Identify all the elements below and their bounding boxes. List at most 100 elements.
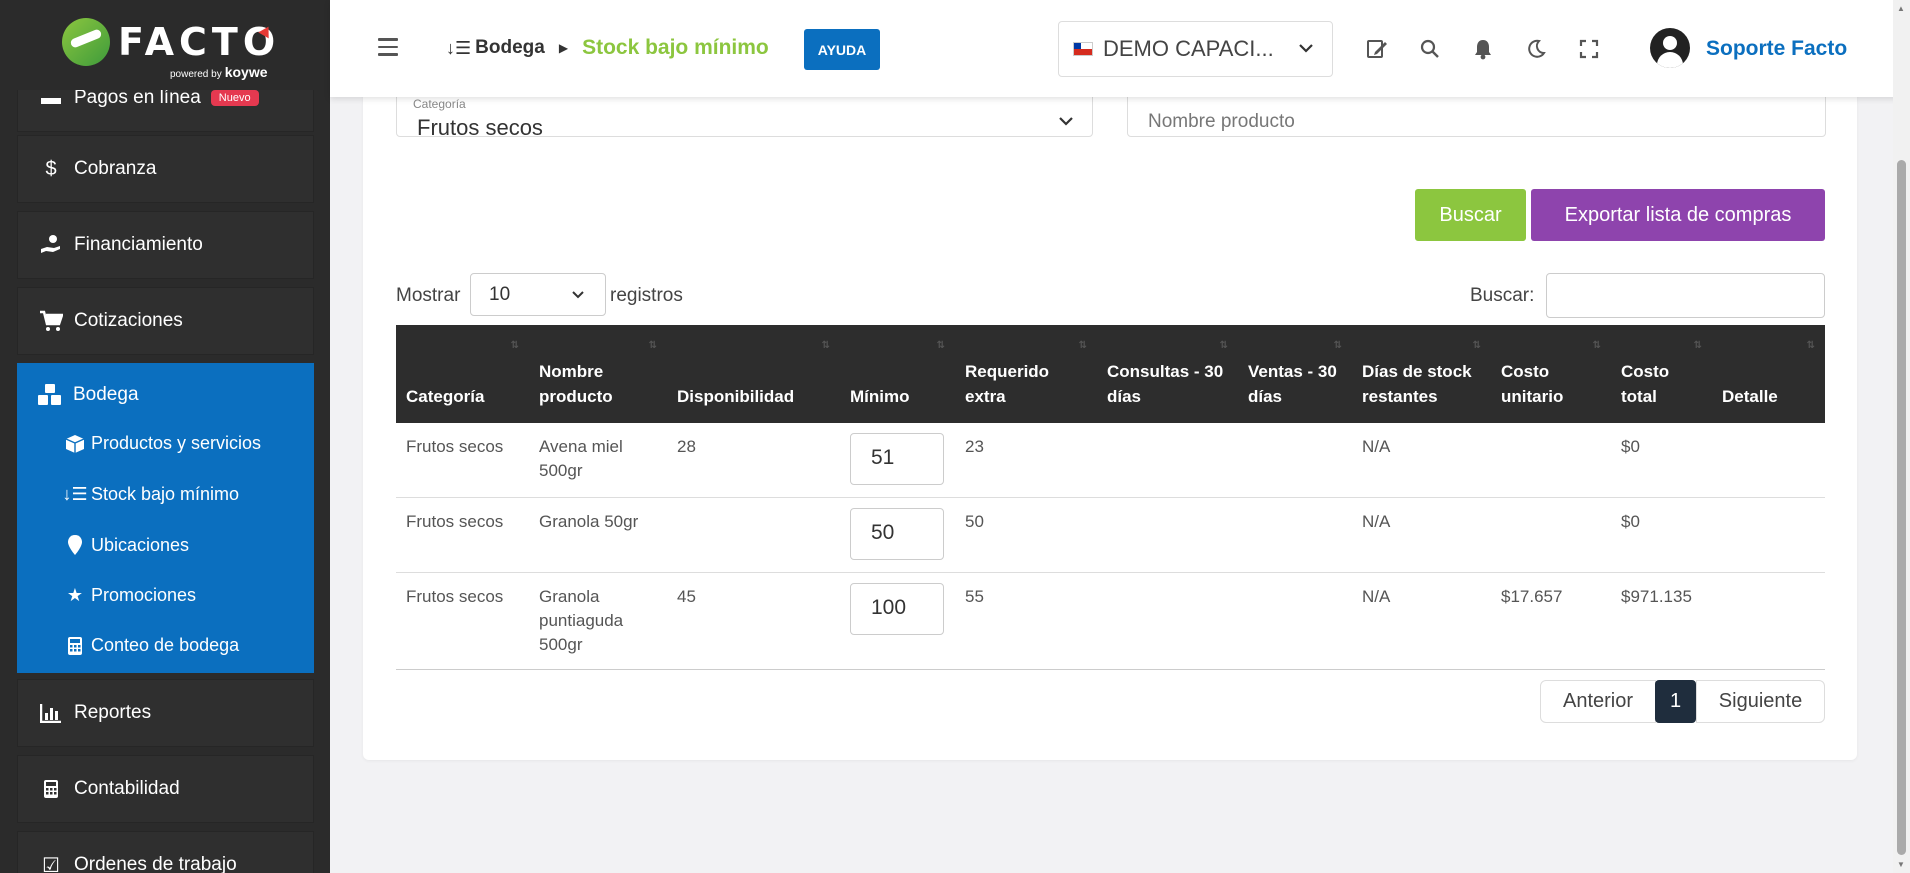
- minimum-input[interactable]: 51: [850, 433, 944, 485]
- col-header-label: Detalle: [1722, 387, 1778, 406]
- sidebar-item-label: Cobranza: [74, 158, 157, 179]
- page-title: Stock bajo mínimo: [582, 36, 769, 59]
- new-badge: Nuevo: [210, 90, 259, 106]
- col-header-label: Días de stock restantes: [1362, 362, 1472, 406]
- cell-disponibilidad: 45: [667, 572, 840, 670]
- col-header-categoria[interactable]: Categoría ⇅: [396, 325, 529, 423]
- sidebar-subitem-stock-bajo-minimo[interactable]: ↓☰ Stock bajo mínimo: [62, 484, 240, 505]
- col-header-detalle[interactable]: Detalle ⇅: [1712, 325, 1825, 423]
- table-search-input[interactable]: [1546, 273, 1825, 318]
- logo-sub: powered by koywe: [170, 64, 268, 80]
- cell-requerido: 23: [955, 423, 1097, 498]
- col-header-costo-unitario[interactable]: Costo unitario ⇅: [1491, 325, 1611, 423]
- sidebar-subitem-ubicaciones[interactable]: Ubicaciones: [63, 534, 189, 556]
- minimum-input[interactable]: 50: [850, 507, 944, 560]
- cell-ventas: [1238, 423, 1352, 498]
- category-label: Categoría: [413, 97, 466, 111]
- cell-ventas: [1238, 572, 1352, 670]
- sidebar-subitem-label: Conteo de bodega: [91, 635, 240, 655]
- col-header-requerido[interactable]: Requerido extra ⇅: [955, 325, 1097, 423]
- chart-icon: [36, 703, 66, 723]
- cell-detalle[interactable]: [1712, 497, 1825, 573]
- search-icon[interactable]: [1417, 36, 1443, 62]
- fullscreen-icon[interactable]: [1576, 36, 1602, 62]
- sidebar-item-reportes[interactable]: Reportes: [17, 679, 314, 747]
- col-header-nombre[interactable]: Nombre producto ⇅: [529, 325, 667, 423]
- col-header-disponibilidad[interactable]: Disponibilidad ⇅: [667, 325, 840, 423]
- sort-icon: ⇅: [1806, 340, 1815, 351]
- help-button[interactable]: AYUDA: [804, 29, 880, 70]
- star-icon: ★: [66, 585, 84, 605]
- sidebar-item-label: Contabilidad: [74, 778, 180, 799]
- pagination-page-current[interactable]: 1: [1655, 680, 1696, 723]
- cell-dias: N/A: [1352, 572, 1491, 670]
- scroll-up-icon[interactable]: ▲: [1897, 4, 1905, 13]
- cell-costo-total: $0: [1611, 423, 1712, 498]
- company-selector[interactable]: DEMO CAPACI...: [1058, 21, 1333, 77]
- chevron-down-icon: [1058, 113, 1074, 131]
- col-header-label: Mínimo: [850, 387, 910, 406]
- page-length-select[interactable]: 10: [470, 273, 606, 316]
- col-header-ventas[interactable]: Ventas - 30 días ⇅: [1238, 325, 1352, 423]
- sidebar-item-financiamiento[interactable]: Financiamiento: [17, 211, 314, 279]
- sidebar-item-ordenes-de-trabajo[interactable]: ☑ Ordenes de trabajo: [17, 831, 314, 873]
- logo-text: FACTO: [118, 20, 281, 64]
- cell-detalle[interactable]: [1712, 572, 1825, 670]
- edit-document-icon[interactable]: [1364, 36, 1390, 62]
- sidebar-item-cobranza[interactable]: $ Cobranza: [17, 135, 314, 203]
- map-pin-icon: [63, 534, 87, 556]
- pagination-previous-button[interactable]: Anterior: [1540, 680, 1656, 723]
- col-header-costo-total[interactable]: Costo total ⇅: [1611, 325, 1712, 423]
- cell-requerido: 55: [955, 572, 1097, 670]
- menu-toggle-icon[interactable]: [378, 38, 398, 56]
- export-purchase-list-button[interactable]: Exportar lista de compras: [1531, 189, 1825, 241]
- sidebar-item-contabilidad[interactable]: Contabilidad: [17, 755, 314, 823]
- col-header-label: Disponibilidad: [677, 387, 795, 406]
- pagination-next-button[interactable]: Siguiente: [1696, 680, 1825, 723]
- sidebar-subitem-productos[interactable]: Productos y servicios: [63, 433, 261, 454]
- search-button[interactable]: Buscar: [1415, 189, 1526, 241]
- records-label: registros: [610, 285, 683, 306]
- logo-sub-prefix: powered by: [170, 69, 222, 80]
- sort-icon: ⇅: [1219, 340, 1228, 351]
- sidebar-item-bodega[interactable]: Bodega: [35, 383, 139, 407]
- user-name[interactable]: Soporte Facto: [1706, 37, 1847, 61]
- logo[interactable]: FACTO powered by koywe: [0, 0, 330, 90]
- avatar[interactable]: [1650, 28, 1690, 68]
- sidebar-subitem-label: Stock bajo mínimo: [91, 484, 240, 504]
- cell-costo-unitario: [1491, 497, 1611, 573]
- breadcrumb-parent[interactable]: Bodega: [475, 37, 545, 59]
- col-header-label: Categoría: [406, 387, 485, 406]
- sidebar-item-cotizaciones[interactable]: Cotizaciones: [17, 287, 314, 355]
- sidebar: FACTO powered by koywe ▬ Pagos en línea N…: [0, 0, 330, 873]
- checklist-icon: ☑: [42, 854, 60, 873]
- cell-nombre: Avena miel 500gr: [529, 423, 667, 498]
- bell-icon[interactable]: [1470, 36, 1496, 62]
- moon-icon[interactable]: [1523, 36, 1549, 62]
- col-header-minimo[interactable]: Mínimo ⇅: [840, 325, 955, 423]
- scrollbar-thumb[interactable]: [1897, 160, 1906, 855]
- cell-costo-unitario: [1491, 423, 1611, 498]
- cart-icon: [36, 310, 66, 332]
- chevron-down-icon: [1298, 40, 1314, 58]
- col-header-dias-stock[interactable]: Días de stock restantes ⇅: [1352, 325, 1491, 423]
- cell-detalle[interactable]: [1712, 423, 1825, 498]
- cell-costo-total: $971.135: [1611, 572, 1712, 670]
- sidebar-subitem-conteo-de-bodega[interactable]: Conteo de bodega: [63, 635, 239, 656]
- sidebar-subitem-promociones[interactable]: ★ Promociones: [63, 585, 196, 606]
- stock-table: Categoría ⇅ Nombre producto ⇅ Disponibilid…: [396, 325, 1825, 670]
- cell-nombre: Granola 50gr: [529, 497, 667, 573]
- col-header-consultas[interactable]: Consultas - 30 días ⇅: [1097, 325, 1238, 423]
- table-row: Frutos secos Granola 50gr 50 50 N/A $0: [396, 497, 1825, 573]
- minimum-input[interactable]: 100: [850, 582, 944, 635]
- cell-consultas: [1097, 572, 1238, 670]
- page-scrollbar[interactable]: ▲ ▼: [1893, 0, 1910, 873]
- sidebar-item-label: Ordenes de trabajo: [74, 854, 237, 873]
- show-label: Mostrar: [396, 285, 461, 306]
- cell-costo-unitario: $17.657: [1491, 572, 1611, 670]
- col-header-label: Costo unitario: [1501, 362, 1564, 406]
- col-header-label: Nombre producto: [539, 362, 613, 406]
- scroll-down-icon[interactable]: ▼: [1897, 860, 1905, 869]
- sort-icon: ⇅: [936, 340, 945, 351]
- cube-icon: [63, 434, 87, 454]
